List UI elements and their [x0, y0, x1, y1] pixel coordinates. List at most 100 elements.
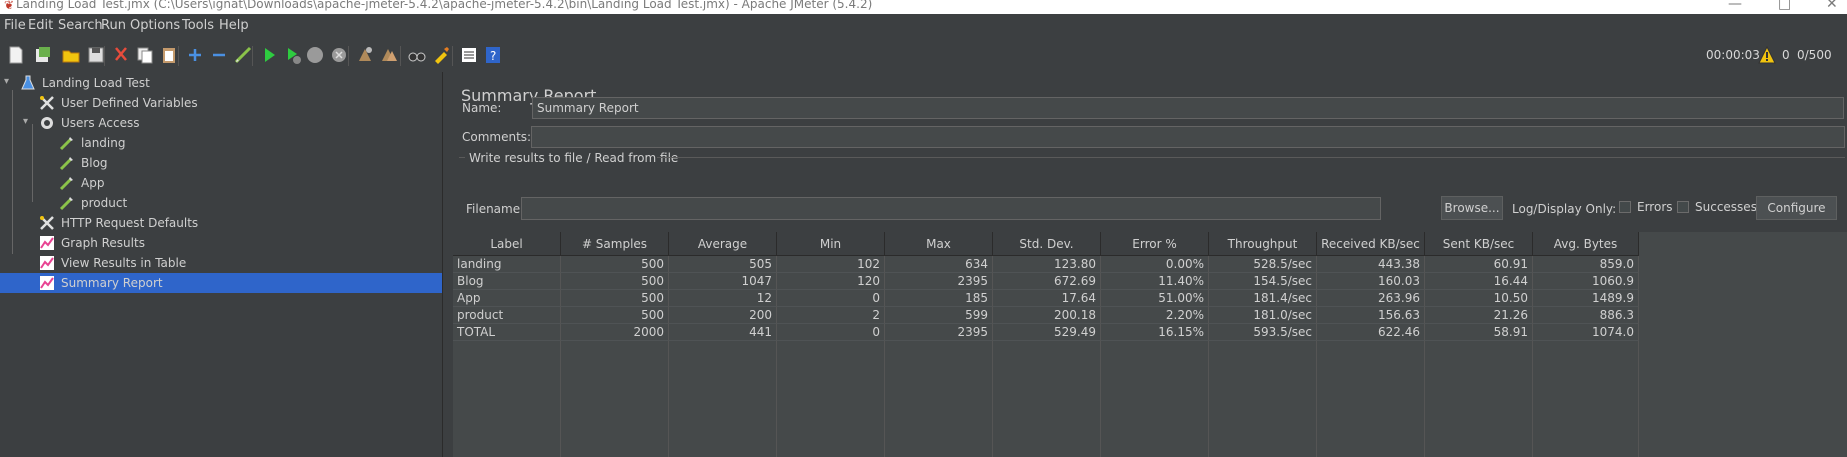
start-icon[interactable]: [258, 44, 280, 66]
new-icon[interactable]: [5, 44, 27, 66]
column-header[interactable]: Error %: [1101, 232, 1209, 256]
table-cell[interactable]: 0.00%: [1101, 256, 1209, 273]
clear-all-icon[interactable]: [378, 44, 400, 66]
table-cell[interactable]: 200: [669, 307, 777, 324]
help-icon[interactable]: ?: [482, 44, 504, 66]
tree-item-users-access[interactable]: ▾ Users Access: [0, 113, 442, 133]
table-cell[interactable]: 263.96: [1317, 290, 1425, 307]
table-cell[interactable]: 1489.9: [1533, 290, 1639, 307]
tree-item-landing-load-test[interactable]: ▾ Landing Load Test: [0, 73, 442, 93]
table-cell[interactable]: 672.69: [993, 273, 1101, 290]
table-cell[interactable]: 156.63: [1317, 307, 1425, 324]
menu-file[interactable]: File: [4, 18, 26, 33]
column-header[interactable]: Min: [777, 232, 885, 256]
tree-item-app[interactable]: App: [0, 173, 442, 193]
start-no-pauses-icon[interactable]: [282, 44, 304, 66]
table-cell[interactable]: 2.20%: [1101, 307, 1209, 324]
copy-icon[interactable]: [134, 44, 156, 66]
menu-edit[interactable]: Edit: [28, 18, 53, 33]
tree-item-product[interactable]: product: [0, 193, 442, 213]
table-cell[interactable]: 10.50: [1425, 290, 1533, 307]
column-header[interactable]: Throughput: [1209, 232, 1317, 256]
table-cell[interactable]: 185: [885, 290, 993, 307]
table-cell[interactable]: 2395: [885, 273, 993, 290]
table-cell[interactable]: 441: [669, 324, 777, 341]
table-cell[interactable]: 634: [885, 256, 993, 273]
table-cell[interactable]: 12: [669, 290, 777, 307]
reset-search-icon[interactable]: [430, 44, 452, 66]
clear-icon[interactable]: [354, 44, 376, 66]
templates-icon[interactable]: [32, 44, 54, 66]
split-pane-divider[interactable]: [442, 72, 451, 457]
close-icon[interactable]: ✕: [1826, 0, 1838, 12]
column-header[interactable]: Label: [453, 232, 561, 256]
table-cell[interactable]: Blog: [453, 273, 561, 290]
table-cell[interactable]: landing: [453, 256, 561, 273]
table-cell[interactable]: 886.3: [1533, 307, 1639, 324]
table-cell[interactable]: 599: [885, 307, 993, 324]
table-cell[interactable]: 16.15%: [1101, 324, 1209, 341]
tree-item-summary-report[interactable]: Summary Report: [0, 273, 442, 293]
table-cell[interactable]: 0: [777, 324, 885, 341]
column-header[interactable]: Std. Dev.: [993, 232, 1101, 256]
menu-help[interactable]: Help: [219, 18, 249, 33]
table-cell[interactable]: 529.49: [993, 324, 1101, 341]
table-cell[interactable]: 500: [561, 256, 669, 273]
collapse-all-icon[interactable]: [208, 44, 230, 66]
table-cell[interactable]: 51.00%: [1101, 290, 1209, 307]
table-cell[interactable]: 181.4/sec: [1209, 290, 1317, 307]
menu-search[interactable]: Search: [58, 18, 103, 33]
table-cell[interactable]: 58.91: [1425, 324, 1533, 341]
warning-icon[interactable]: [1758, 45, 1776, 67]
column-header[interactable]: # Samples: [561, 232, 669, 256]
table-cell[interactable]: 2395: [885, 324, 993, 341]
toggle-icon[interactable]: [232, 44, 254, 66]
table-cell[interactable]: App: [453, 290, 561, 307]
table-cell[interactable]: 500: [561, 307, 669, 324]
table-cell[interactable]: 160.03: [1317, 273, 1425, 290]
table-cell[interactable]: 1060.9: [1533, 273, 1639, 290]
minimize-icon[interactable]: —: [1728, 0, 1742, 12]
table-cell[interactable]: 1047: [669, 273, 777, 290]
table-cell[interactable]: 593.5/sec: [1209, 324, 1317, 341]
stop-icon[interactable]: [304, 44, 326, 66]
table-cell[interactable]: 181.0/sec: [1209, 307, 1317, 324]
errors-checkbox[interactable]: [1619, 201, 1631, 213]
comments-field[interactable]: [531, 126, 1845, 148]
column-header[interactable]: Average: [669, 232, 777, 256]
menu-options[interactable]: Options: [130, 18, 180, 33]
menu-run[interactable]: Run: [101, 18, 126, 33]
table-cell[interactable]: 505: [669, 256, 777, 273]
function-helper-icon[interactable]: [458, 44, 480, 66]
table-cell[interactable]: 1074.0: [1533, 324, 1639, 341]
table-cell[interactable]: 859.0: [1533, 256, 1639, 273]
cut-icon[interactable]: [110, 44, 132, 66]
tree-item-http-request-defaults[interactable]: HTTP Request Defaults: [0, 213, 442, 233]
table-cell[interactable]: 500: [561, 290, 669, 307]
open-icon[interactable]: [60, 44, 82, 66]
tree-item-landing[interactable]: landing: [0, 133, 442, 153]
table-cell[interactable]: 21.26: [1425, 307, 1533, 324]
tree-item-graph-results[interactable]: Graph Results: [0, 233, 442, 253]
table-cell[interactable]: 16.44: [1425, 273, 1533, 290]
table-cell[interactable]: 120: [777, 273, 885, 290]
tree-item-blog[interactable]: Blog: [0, 153, 442, 173]
table-cell[interactable]: 2000: [561, 324, 669, 341]
table-cell[interactable]: TOTAL: [453, 324, 561, 341]
search-binoculars-icon[interactable]: [406, 44, 428, 66]
table-cell[interactable]: 443.38: [1317, 256, 1425, 273]
table-cell[interactable]: 2: [777, 307, 885, 324]
paste-icon[interactable]: [158, 44, 180, 66]
expand-all-icon[interactable]: [184, 44, 206, 66]
table-cell[interactable]: 200.18: [993, 307, 1101, 324]
column-header[interactable]: Max: [885, 232, 993, 256]
tree-item-view-results-in-table[interactable]: View Results in Table: [0, 253, 442, 273]
table-cell[interactable]: 154.5/sec: [1209, 273, 1317, 290]
column-header[interactable]: Sent KB/sec: [1425, 232, 1533, 256]
filename-field[interactable]: [521, 197, 1381, 220]
table-cell[interactable]: 0: [777, 290, 885, 307]
successes-checkbox[interactable]: [1677, 201, 1689, 213]
table-cell[interactable]: 102: [777, 256, 885, 273]
menu-tools[interactable]: Tools: [182, 18, 214, 33]
chevron-down-icon[interactable]: ▾: [23, 116, 33, 127]
